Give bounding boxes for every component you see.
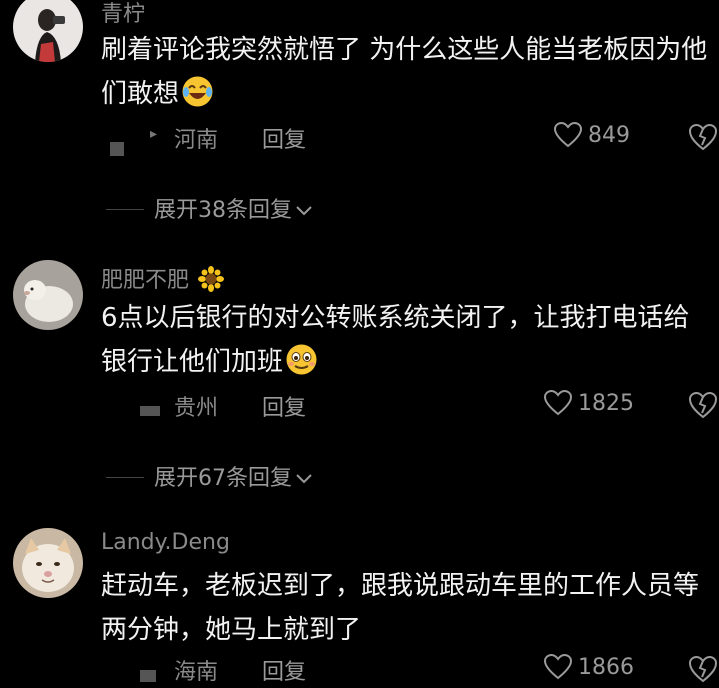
comment-meta: 贵州 回复 1825 [110,390,719,424]
comment-meta: 海南 回复 1866 [110,654,719,688]
reply-button[interactable]: 回复 [262,390,306,422]
smiling-emoji-icon [286,344,317,375]
expand-replies-label: 展开67条回复 [154,460,312,492]
username-text: 肥肥不肥 [101,268,190,293]
comment-text: 刷着评论我突然就悟了 为什么这些人能当老板因为他们敢想 [101,28,713,116]
dislike-icon[interactable] [688,390,718,420]
like-count: 849 [588,122,630,148]
like-count: 1825 [578,390,634,416]
location-label: 贵州 [174,396,219,421]
expand-replies-button[interactable]: 展开67条回复 [100,460,400,494]
like-count: 1866 [578,654,634,680]
heart-icon [544,654,572,680]
location-icon [140,406,160,416]
expand-replies-button[interactable]: 展开38条回复 [100,192,400,226]
username[interactable]: 肥肥不肥 [101,262,225,294]
heart-icon [554,122,582,148]
username[interactable]: 青柠 [101,0,145,28]
location-label: 海南 [174,660,219,685]
location-icon [110,142,124,156]
comment-text-body: 6点以后银行的对公转账系统关闭了，让我打电话给银行让他们加班 [101,303,690,377]
location-icon [140,670,156,682]
heart-icon [544,390,572,416]
location-label: 河南 [174,128,219,153]
chevron-down-icon [296,474,312,484]
divider-line [106,477,144,478]
reply-button[interactable]: 回复 [262,122,306,154]
dislike-icon[interactable] [688,122,718,152]
like-button[interactable]: 849 [554,122,630,148]
comment-text-body: 赶动车，老板迟到了，跟我说跟动车里的工作人员等两分钟，她马上就到了 [101,571,700,645]
dislike-icon[interactable] [688,654,718,684]
location-pin-icon: ▸ [150,126,158,142]
comment-meta: ▸ 河南 回复 849 [110,122,719,156]
expand-replies-label: 展开38条回复 [154,192,312,224]
comment-text: 6点以后银行的对公转账系统关闭了，让我打电话给银行让他们加班 [101,296,713,384]
chevron-down-icon [296,206,312,216]
avatar[interactable] [13,0,83,62]
like-button[interactable]: 1825 [544,390,634,416]
username[interactable]: Landy.Deng [101,530,230,555]
expand-replies-text: 展开67条回复 [154,466,292,491]
reply-button[interactable]: 回复 [262,654,306,686]
like-button[interactable]: 1866 [544,654,634,680]
avatar[interactable] [13,528,83,598]
expand-replies-text: 展开38条回复 [154,198,292,223]
avatar[interactable] [13,260,83,330]
divider-line [106,209,144,210]
comment-text: 赶动车，老板迟到了，跟我说跟动车里的工作人员等两分钟，她马上就到了 [101,564,713,652]
crying-laughing-emoji-icon [182,76,213,107]
sunflower-emoji-icon [198,266,225,292]
